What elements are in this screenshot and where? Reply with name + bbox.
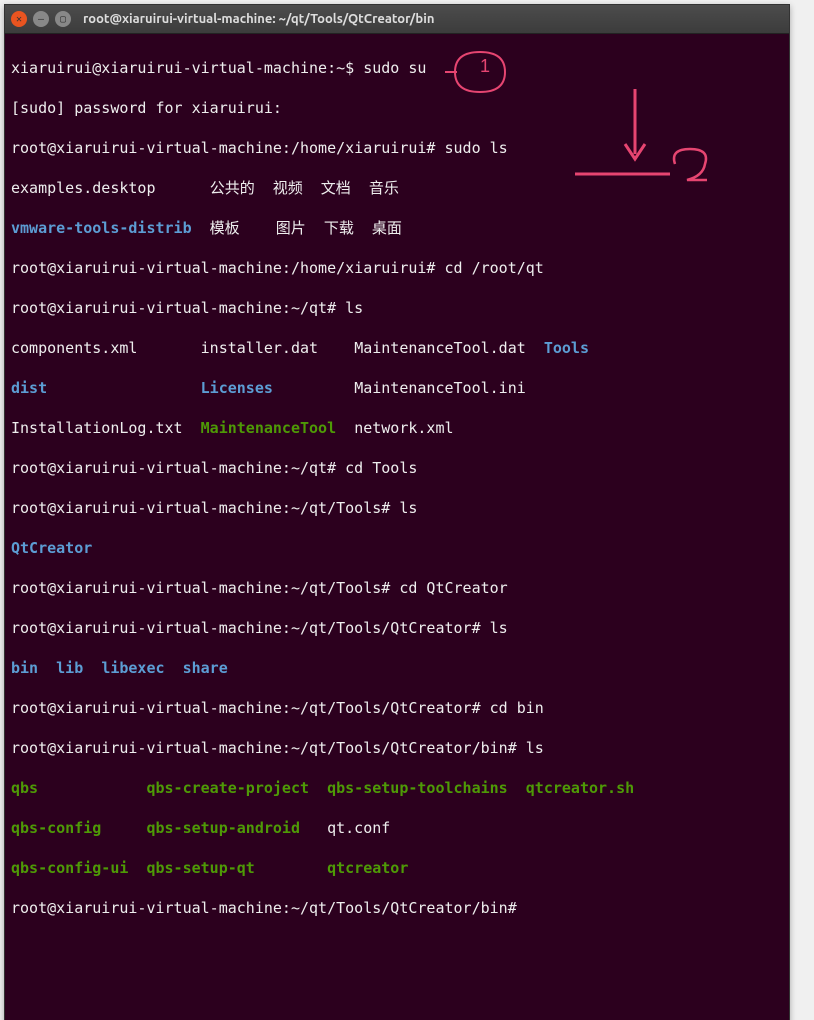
cmd: cd bin: [490, 699, 544, 717]
window-titlebar: ✕ – ▢ root@xiaruirui-virtual-machine: ~/…: [5, 5, 789, 34]
ls-exec: qbs-config-ui: [11, 859, 146, 877]
cmd: cd Tools: [345, 459, 417, 477]
output-line: [sudo] password for xiaruirui:: [11, 99, 282, 117]
prompt: root@xiaruirui-virtual-machine:~/qt/Tool…: [11, 619, 490, 637]
ls-dir: share: [183, 659, 228, 677]
close-icon[interactable]: ✕: [11, 11, 27, 27]
prompt: root@xiaruirui-virtual-machine:/home/xia…: [11, 259, 444, 277]
ls-item: InstallationLog.txt: [11, 419, 201, 437]
ls-item: MaintenanceTool.dat: [354, 339, 544, 357]
prompt: root@xiaruirui-virtual-machine:~/qt/Tool…: [11, 499, 399, 517]
prompt: root@xiaruirui-virtual-machine:~/qt/Tool…: [11, 699, 490, 717]
ls-item: examples.desktop: [11, 179, 210, 197]
ls-dir: bin: [11, 659, 56, 677]
prompt: root@xiaruirui-virtual-machine:~/qt#: [11, 299, 345, 317]
ls-item: components.xml: [11, 339, 201, 357]
cmd: cd QtCreator: [399, 579, 507, 597]
prompt: root@xiaruirui-virtual-machine:~/qt#: [11, 459, 345, 477]
ls-item: installer.dat: [201, 339, 355, 357]
ls-exec: qtcreator: [327, 859, 408, 877]
cmd: ls: [490, 619, 508, 637]
ls-exec: qbs-setup-toolchains: [327, 779, 526, 797]
terminal-window: ✕ – ▢ root@xiaruirui-virtual-machine: ~/…: [4, 4, 790, 1020]
ls-item: network.xml: [354, 419, 453, 437]
minimize-icon[interactable]: –: [33, 11, 49, 27]
cmd: sudo ls: [444, 139, 507, 157]
prompt: root@xiaruirui-virtual-machine:~/qt/Tool…: [11, 739, 526, 757]
cmd: cd /root/qt: [444, 259, 543, 277]
ls-item: MaintenanceTool.ini: [354, 379, 526, 397]
ls-exec: qbs-config: [11, 819, 146, 837]
ls-exec: qbs: [11, 779, 146, 797]
ls-exec: MaintenanceTool: [201, 419, 355, 437]
ls-exec: qbs-setup-android: [146, 819, 327, 837]
ls-exec: qbs-create-project: [146, 779, 327, 797]
ls-dir: QtCreator: [11, 539, 92, 557]
ls-item: 模板 图片 下载 桌面: [192, 219, 402, 237]
prompt: root@xiaruirui-virtual-machine:~/qt/Tool…: [11, 899, 526, 917]
window-title: root@xiaruirui-virtual-machine: ~/qt/Too…: [83, 12, 434, 26]
ls-dir: libexec: [101, 659, 182, 677]
prompt: root@xiaruirui-virtual-machine:~/qt/Tool…: [11, 579, 399, 597]
cmd: sudo su: [363, 59, 426, 77]
terminal-body[interactable]: xiaruirui@xiaruirui-virtual-machine:~$ s…: [5, 34, 789, 1020]
ls-dir: Licenses: [201, 379, 355, 397]
cmd: ls: [399, 499, 417, 517]
ls-item: 公共的 视频 文档 音乐: [210, 179, 399, 197]
ls-dir: Tools: [544, 339, 589, 357]
cmd: ls: [345, 299, 363, 317]
ls-dir: lib: [56, 659, 101, 677]
ls-exec: qtcreator.sh: [526, 779, 634, 797]
ls-dir: dist: [11, 379, 201, 397]
cmd: ls: [526, 739, 544, 757]
prompt: root@xiaruirui-virtual-machine:/home/xia…: [11, 139, 444, 157]
ls-item: qt.conf: [327, 819, 390, 837]
prompt: xiaruirui@xiaruirui-virtual-machine:~$: [11, 59, 363, 77]
ls-dir: vmware-tools-distrib: [11, 219, 192, 237]
maximize-icon[interactable]: ▢: [55, 11, 71, 27]
ls-exec: qbs-setup-qt: [146, 859, 327, 877]
